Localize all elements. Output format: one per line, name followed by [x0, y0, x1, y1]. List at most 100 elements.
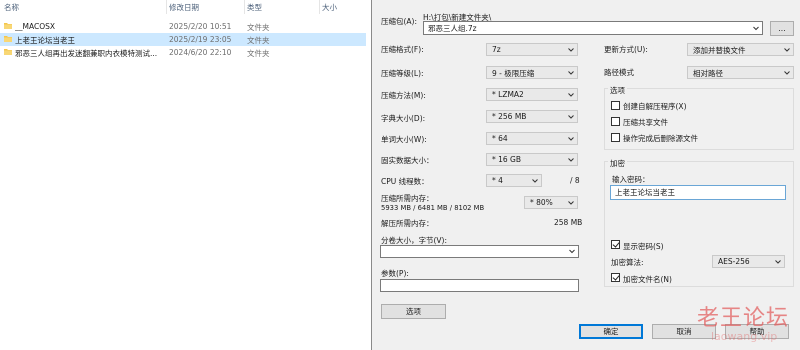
- ok-button[interactable]: 确定: [579, 324, 643, 339]
- archive-label: 压缩包(A):: [381, 17, 418, 26]
- options-button[interactable]: 选项: [381, 304, 446, 319]
- show-password-checkbox[interactable]: [611, 240, 620, 249]
- volume-size-combo[interactable]: [380, 245, 579, 258]
- file-type: 文件夹: [247, 49, 270, 58]
- add-to-archive-dialog: 压缩包(A): H:\打包\新建文件夹\ 邪恶三人组.7z ... 压缩格式(F…: [371, 0, 800, 350]
- threads-value: * 4: [492, 176, 503, 185]
- method-value: * LZMA2: [492, 90, 524, 99]
- chevron-down-icon: [532, 179, 538, 183]
- chevron-down-icon: [784, 71, 790, 75]
- column-divider[interactable]: [244, 0, 245, 14]
- encrypt-names-checkbox[interactable]: [611, 273, 620, 282]
- watermark-logo: 老王论坛: [697, 306, 790, 331]
- params-label: 参数(P):: [381, 269, 409, 278]
- delete-after-checkbox[interactable]: [611, 133, 620, 142]
- column-header-size[interactable]: 大小: [322, 2, 337, 13]
- mem-decompress-value: 258 MB: [554, 218, 583, 227]
- encryption-method-select[interactable]: AES-256: [712, 255, 785, 268]
- chevron-down-icon: [568, 115, 574, 119]
- shared-files-label: 压缩共享文件: [623, 118, 668, 127]
- mem-percent-select[interactable]: * 80%: [524, 196, 578, 209]
- file-name: 上老王论坛当老王: [15, 36, 75, 45]
- word-select[interactable]: * 64: [486, 132, 578, 145]
- chevron-down-icon: [568, 93, 574, 97]
- method-select[interactable]: * LZMA2: [486, 88, 578, 101]
- file-date: 2025/2/19 23:05: [169, 35, 232, 44]
- file-date: 2024/6/20 22:10: [169, 48, 232, 57]
- browse-button[interactable]: ...: [770, 21, 794, 36]
- level-label: 压缩等级(L):: [381, 69, 424, 78]
- threads-label: CPU 线程数：: [381, 177, 429, 186]
- path-mode-value: 相对路径: [693, 69, 723, 78]
- encrypt-names-label: 加密文件名(N): [623, 275, 672, 284]
- folder-icon: [4, 23, 12, 29]
- archive-name-value: 邪恶三人组.7z: [428, 24, 477, 33]
- column-header-date[interactable]: 修改日期: [169, 2, 199, 13]
- file-name: __MACOSX: [15, 22, 56, 31]
- chevron-down-icon: [568, 48, 574, 52]
- encryption-group-title: 加密: [608, 158, 627, 169]
- path-mode-select[interactable]: 相对路径: [687, 66, 794, 79]
- file-date: 2025/2/20 10:51: [169, 22, 232, 31]
- chevron-down-icon: [568, 158, 574, 162]
- chevron-down-icon: [568, 137, 574, 141]
- format-label: 压缩格式(F):: [381, 45, 424, 54]
- params-input[interactable]: [380, 279, 579, 292]
- column-header-type[interactable]: 类型: [247, 2, 262, 13]
- column-divider[interactable]: [319, 0, 320, 14]
- word-label: 单词大小(W):: [381, 135, 427, 144]
- mem-compress-detail: 5933 MB / 6481 MB / 8102 MB: [381, 204, 485, 212]
- archive-name-combo[interactable]: 邪恶三人组.7z: [423, 21, 763, 35]
- folder-icon: [4, 36, 12, 42]
- folder-icon: [4, 49, 12, 55]
- encryption-method-value: AES-256: [718, 257, 750, 266]
- sfx-label: 创建自解压程序(X): [623, 102, 687, 111]
- threads-max: / 8: [570, 176, 580, 185]
- chevron-down-icon: [753, 26, 759, 31]
- format-select[interactable]: 7z: [486, 43, 578, 56]
- file-type: 文件夹: [247, 36, 270, 45]
- watermark-url: laowang.vip: [711, 330, 778, 343]
- column-divider[interactable]: [166, 0, 167, 14]
- solid-label: 固实数据大小：: [381, 156, 434, 165]
- column-header-name[interactable]: 名称: [4, 2, 19, 13]
- mem-compress-label: 压缩所需内存：: [381, 194, 434, 203]
- solid-value: * 16 GB: [492, 155, 522, 164]
- sfx-checkbox[interactable]: [611, 101, 620, 110]
- mem-decompress-label: 解压所需内存：: [381, 219, 434, 228]
- word-value: * 64: [492, 134, 508, 143]
- file-row[interactable]: __MACOSX 2025/2/20 10:51 文件夹: [0, 20, 366, 33]
- chevron-down-icon: [568, 201, 574, 205]
- file-type: 文件夹: [247, 23, 270, 32]
- update-mode-value: 添加并替换文件: [693, 46, 746, 55]
- method-label: 压缩方法(M):: [381, 91, 426, 100]
- password-input[interactable]: 上老王论坛当老王: [610, 185, 786, 200]
- password-label: 输入密码：: [612, 175, 650, 184]
- file-row[interactable]: 上老王论坛当老王 2025/2/19 23:05 文件夹: [0, 33, 366, 46]
- chevron-down-icon: [568, 71, 574, 75]
- threads-select[interactable]: * 4: [486, 174, 542, 187]
- format-value: 7z: [492, 45, 501, 54]
- shared-files-checkbox[interactable]: [611, 117, 620, 126]
- update-mode-select[interactable]: 添加并替换文件: [687, 43, 794, 56]
- file-explorer-pane: 名称 修改日期 类型 大小 __MACOSX 2025/2/20 10:51 文…: [0, 0, 366, 350]
- level-value: 9 - 极限压缩: [492, 69, 535, 78]
- show-password-label: 显示密码(S): [623, 242, 664, 251]
- dict-select[interactable]: * 256 MB: [486, 110, 578, 123]
- path-mode-label: 路径模式: [604, 68, 634, 77]
- file-name: 邪恶三人组再出发迷翻兼职内衣模特测试...: [15, 49, 158, 58]
- chevron-down-icon: [775, 260, 781, 264]
- level-select[interactable]: 9 - 极限压缩: [486, 66, 578, 79]
- solid-select[interactable]: * 16 GB: [486, 153, 578, 166]
- options-group-title: 选项: [608, 85, 627, 96]
- chevron-down-icon: [784, 48, 790, 52]
- mem-percent-value: * 80%: [530, 198, 553, 207]
- dict-label: 字典大小(D):: [381, 114, 426, 123]
- chevron-down-icon: [569, 249, 575, 254]
- update-mode-label: 更新方式(U):: [604, 45, 648, 54]
- delete-after-label: 操作完成后删除源文件: [623, 134, 698, 143]
- encryption-method-label: 加密算法:: [611, 258, 644, 267]
- password-value: 上老王论坛当老王: [615, 188, 675, 197]
- file-row[interactable]: 邪恶三人组再出发迷翻兼职内衣模特测试... 2024/6/20 22:10 文件…: [0, 46, 366, 59]
- dict-value: * 256 MB: [492, 112, 527, 121]
